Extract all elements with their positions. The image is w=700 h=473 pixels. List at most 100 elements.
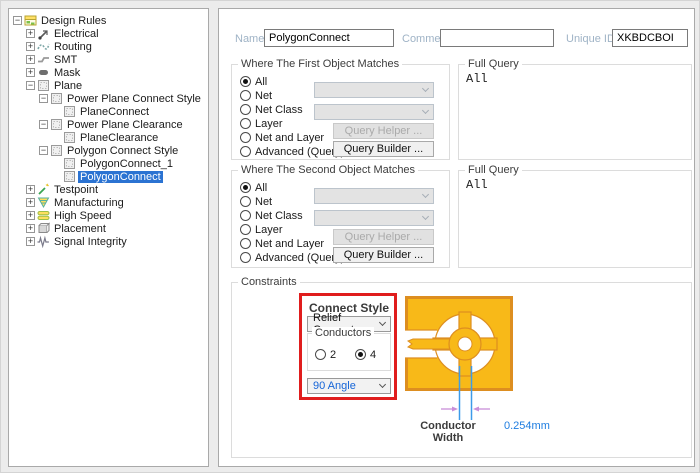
connect-style-highlight: Connect Style Relief Connect Conductors …	[299, 293, 397, 400]
radio-icon[interactable]	[240, 132, 251, 143]
radio-icon[interactable]	[240, 76, 251, 87]
radio-advanced-query[interactable]: Advanced (Query)	[240, 145, 344, 158]
query-helper-button: Query Helper ...	[333, 229, 434, 245]
radio-icon[interactable]	[240, 118, 251, 129]
testpoint-icon	[37, 183, 50, 196]
plane-icon	[37, 79, 50, 92]
chevron-down-icon	[422, 213, 429, 220]
tree-item-power-plane-clearance[interactable]: Power Plane Clearance	[39, 118, 208, 131]
name-label: Name	[235, 33, 264, 45]
second-object-match-group: Where The Second Object Matches All Net …	[231, 170, 450, 268]
radio-advanced-query[interactable]: Advanced (Query)	[240, 251, 344, 264]
collapse-icon[interactable]	[39, 120, 48, 129]
expand-icon[interactable]	[26, 237, 35, 246]
chevron-down-icon	[379, 381, 386, 388]
radio-icon[interactable]	[240, 210, 251, 221]
rule-icon	[63, 157, 76, 170]
tree-item-testpoint[interactable]: Testpoint	[26, 183, 208, 196]
radio-all[interactable]: All	[240, 75, 267, 88]
rule-type-icon	[50, 92, 63, 105]
tree-item-high-speed[interactable]: High Speed	[26, 209, 208, 222]
radio-net-and-layer[interactable]: Net and Layer	[240, 131, 324, 144]
tree-item-smt[interactable]: SMT	[26, 53, 208, 66]
expand-icon[interactable]	[26, 68, 35, 77]
expand-icon[interactable]	[26, 224, 35, 233]
expand-icon[interactable]	[26, 211, 35, 220]
tree-item-label: Manufacturing	[52, 197, 126, 209]
angle-select[interactable]: 90 Angle	[307, 378, 391, 394]
tree-item-plane[interactable]: Plane	[26, 79, 208, 92]
expand-icon[interactable]	[26, 185, 35, 194]
query-builder-button[interactable]: Query Builder ...	[333, 141, 434, 157]
manufacturing-icon	[37, 196, 50, 209]
tree-item-placement[interactable]: Placement	[26, 222, 208, 235]
collapse-icon[interactable]	[13, 16, 22, 25]
tree-item-power-plane-connect-style[interactable]: Power Plane Connect Style	[39, 92, 208, 105]
radio-layer[interactable]: Layer	[240, 223, 283, 236]
tree-item-label: High Speed	[52, 210, 114, 222]
radio-icon[interactable]	[240, 90, 251, 101]
radio-icon[interactable]	[240, 238, 251, 249]
radio-layer[interactable]: Layer	[240, 117, 283, 130]
expand-icon[interactable]	[26, 42, 35, 51]
conductors-label: Conductors	[312, 327, 374, 339]
rule-type-icon	[50, 118, 63, 131]
tree-item-design-rules[interactable]: Design Rules	[13, 14, 208, 27]
tree-item-routing[interactable]: Routing	[26, 40, 208, 53]
tree-item-electrical[interactable]: Electrical	[26, 27, 208, 40]
radio-conductors-4[interactable]: 4	[355, 348, 376, 361]
expand-icon[interactable]	[26, 29, 35, 38]
tree-item-label: Power Plane Connect Style	[65, 93, 203, 105]
chevron-down-icon	[422, 191, 429, 198]
tree-item-label: PlaneConnect	[78, 106, 151, 118]
unique-id-input[interactable]	[612, 29, 688, 47]
collapse-icon[interactable]	[39, 146, 48, 155]
radio-net-class[interactable]: Net Class	[240, 209, 303, 222]
radio-icon[interactable]	[240, 252, 251, 263]
expand-icon[interactable]	[26, 198, 35, 207]
second-full-query-group: Full Query All	[458, 170, 692, 268]
radio-conductors-2[interactable]: 2	[315, 348, 336, 361]
tree-item-polygonconnect-1[interactable]: PolygonConnect_1	[52, 157, 208, 170]
radio-icon[interactable]	[355, 349, 366, 360]
relief-connect-preview	[405, 296, 513, 422]
constraints-group: Constraints Connect Style Relief Connect…	[231, 282, 692, 458]
tree-item-planeclearance[interactable]: PlaneClearance	[52, 131, 208, 144]
radio-icon[interactable]	[315, 349, 326, 360]
expand-icon[interactable]	[26, 55, 35, 64]
group-title: Constraints	[238, 276, 300, 288]
radio-icon[interactable]	[240, 104, 251, 115]
radio-all[interactable]: All	[240, 181, 267, 194]
rule-icon	[63, 131, 76, 144]
tree-item-signal-integrity[interactable]: Signal Integrity	[26, 235, 208, 248]
tree-item-label: Power Plane Clearance	[65, 119, 185, 131]
tree-item-label: Electrical	[52, 28, 101, 40]
radio-icon[interactable]	[240, 182, 251, 193]
conductor-width-label: Conductor Width	[404, 420, 492, 444]
tree-item-mask[interactable]: Mask	[26, 66, 208, 79]
tree-item-planeconnect[interactable]: PlaneConnect	[52, 105, 208, 118]
collapse-icon[interactable]	[26, 81, 35, 90]
tree-item-label: Polygon Connect Style	[65, 145, 180, 157]
radio-net-and-layer[interactable]: Net and Layer	[240, 237, 324, 250]
tree-item-label-selected: PolygonConnect	[78, 171, 163, 183]
group-title: Full Query	[465, 58, 522, 70]
radio-net[interactable]: Net	[240, 89, 272, 102]
net-class-select	[314, 104, 434, 120]
rule-editor-panel: Name Comment Unique ID Where The First O…	[218, 8, 695, 467]
unique-id-label: Unique ID	[566, 33, 615, 45]
radio-net[interactable]: Net	[240, 195, 272, 208]
query-helper-button: Query Helper ...	[333, 123, 434, 139]
tree-item-manufacturing[interactable]: Manufacturing	[26, 196, 208, 209]
radio-net-class[interactable]: Net Class	[240, 103, 303, 116]
name-input[interactable]	[264, 29, 394, 47]
query-builder-button[interactable]: Query Builder ...	[333, 247, 434, 263]
comment-input[interactable]	[440, 29, 554, 47]
tree-item-polygonconnect-selected[interactable]: PolygonConnect	[52, 170, 208, 183]
radio-icon[interactable]	[240, 146, 251, 157]
tree-item-polygon-connect-style[interactable]: Polygon Connect Style	[39, 144, 208, 157]
radio-icon[interactable]	[240, 196, 251, 207]
radio-icon[interactable]	[240, 224, 251, 235]
net-class-select	[314, 210, 434, 226]
collapse-icon[interactable]	[39, 94, 48, 103]
